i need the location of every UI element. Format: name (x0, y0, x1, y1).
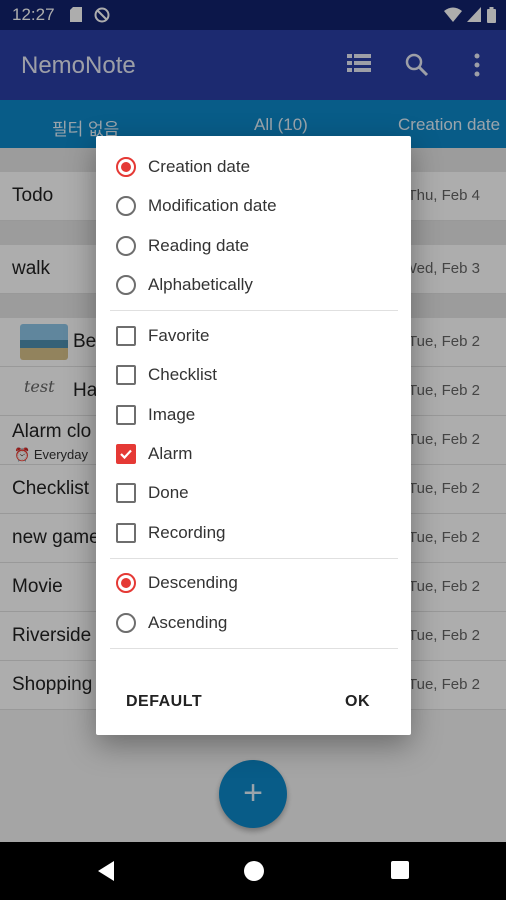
option-label: Alphabetically (148, 275, 253, 294)
filter-alarm[interactable]: Alarm (116, 440, 396, 470)
sort-option-modification-date[interactable]: Modification date (116, 192, 396, 222)
checkbox-unchecked[interactable] (116, 483, 136, 503)
option-label: Creation date (148, 157, 251, 176)
checkbox-checked[interactable] (116, 444, 136, 464)
sort-option-creation-date[interactable]: Creation date (116, 153, 396, 183)
ok-button[interactable]: OK (345, 693, 370, 711)
filter-checklist[interactable]: Checklist (116, 361, 396, 391)
option-label: Done (148, 483, 189, 502)
filter-done[interactable]: Done (116, 479, 396, 509)
divider (110, 558, 398, 559)
home-icon[interactable] (243, 860, 265, 887)
radio-unselected[interactable] (116, 196, 136, 216)
option-label: Image (148, 405, 196, 424)
divider (110, 310, 398, 311)
checkbox-unchecked[interactable] (116, 523, 136, 543)
option-label: Reading date (148, 236, 250, 255)
checkbox-unchecked[interactable] (116, 405, 136, 425)
sort-option-reading-date[interactable]: Reading date (116, 232, 396, 262)
order-ascending[interactable]: Ascending (116, 609, 396, 639)
checkbox-unchecked[interactable] (116, 326, 136, 346)
sort-filter-dialog: Creation date Modification date Reading … (96, 136, 411, 735)
option-label: Alarm (148, 444, 193, 463)
sort-option-alphabetically[interactable]: Alphabetically (116, 271, 396, 301)
navigation-bar (0, 842, 506, 900)
radio-unselected[interactable] (116, 236, 136, 256)
back-icon[interactable] (96, 860, 116, 887)
option-label: Recording (148, 523, 226, 542)
radio-unselected[interactable] (116, 275, 136, 295)
checkbox-unchecked[interactable] (116, 365, 136, 385)
divider (110, 648, 398, 649)
option-label: Modification date (148, 196, 277, 215)
radio-unselected[interactable] (116, 613, 136, 633)
filter-favorite[interactable]: Favorite (116, 322, 396, 352)
order-descending[interactable]: Descending (116, 569, 396, 599)
option-label: Favorite (148, 326, 210, 345)
default-button[interactable]: DEFAULT (126, 693, 202, 711)
option-label: Checklist (148, 365, 217, 384)
filter-recording[interactable]: Recording (116, 519, 396, 549)
radio-selected[interactable] (116, 573, 136, 593)
radio-selected[interactable] (116, 157, 136, 177)
recents-icon[interactable] (390, 860, 410, 885)
filter-image[interactable]: Image (116, 401, 396, 431)
option-label: Descending (148, 573, 238, 592)
option-label: Ascending (148, 613, 228, 632)
